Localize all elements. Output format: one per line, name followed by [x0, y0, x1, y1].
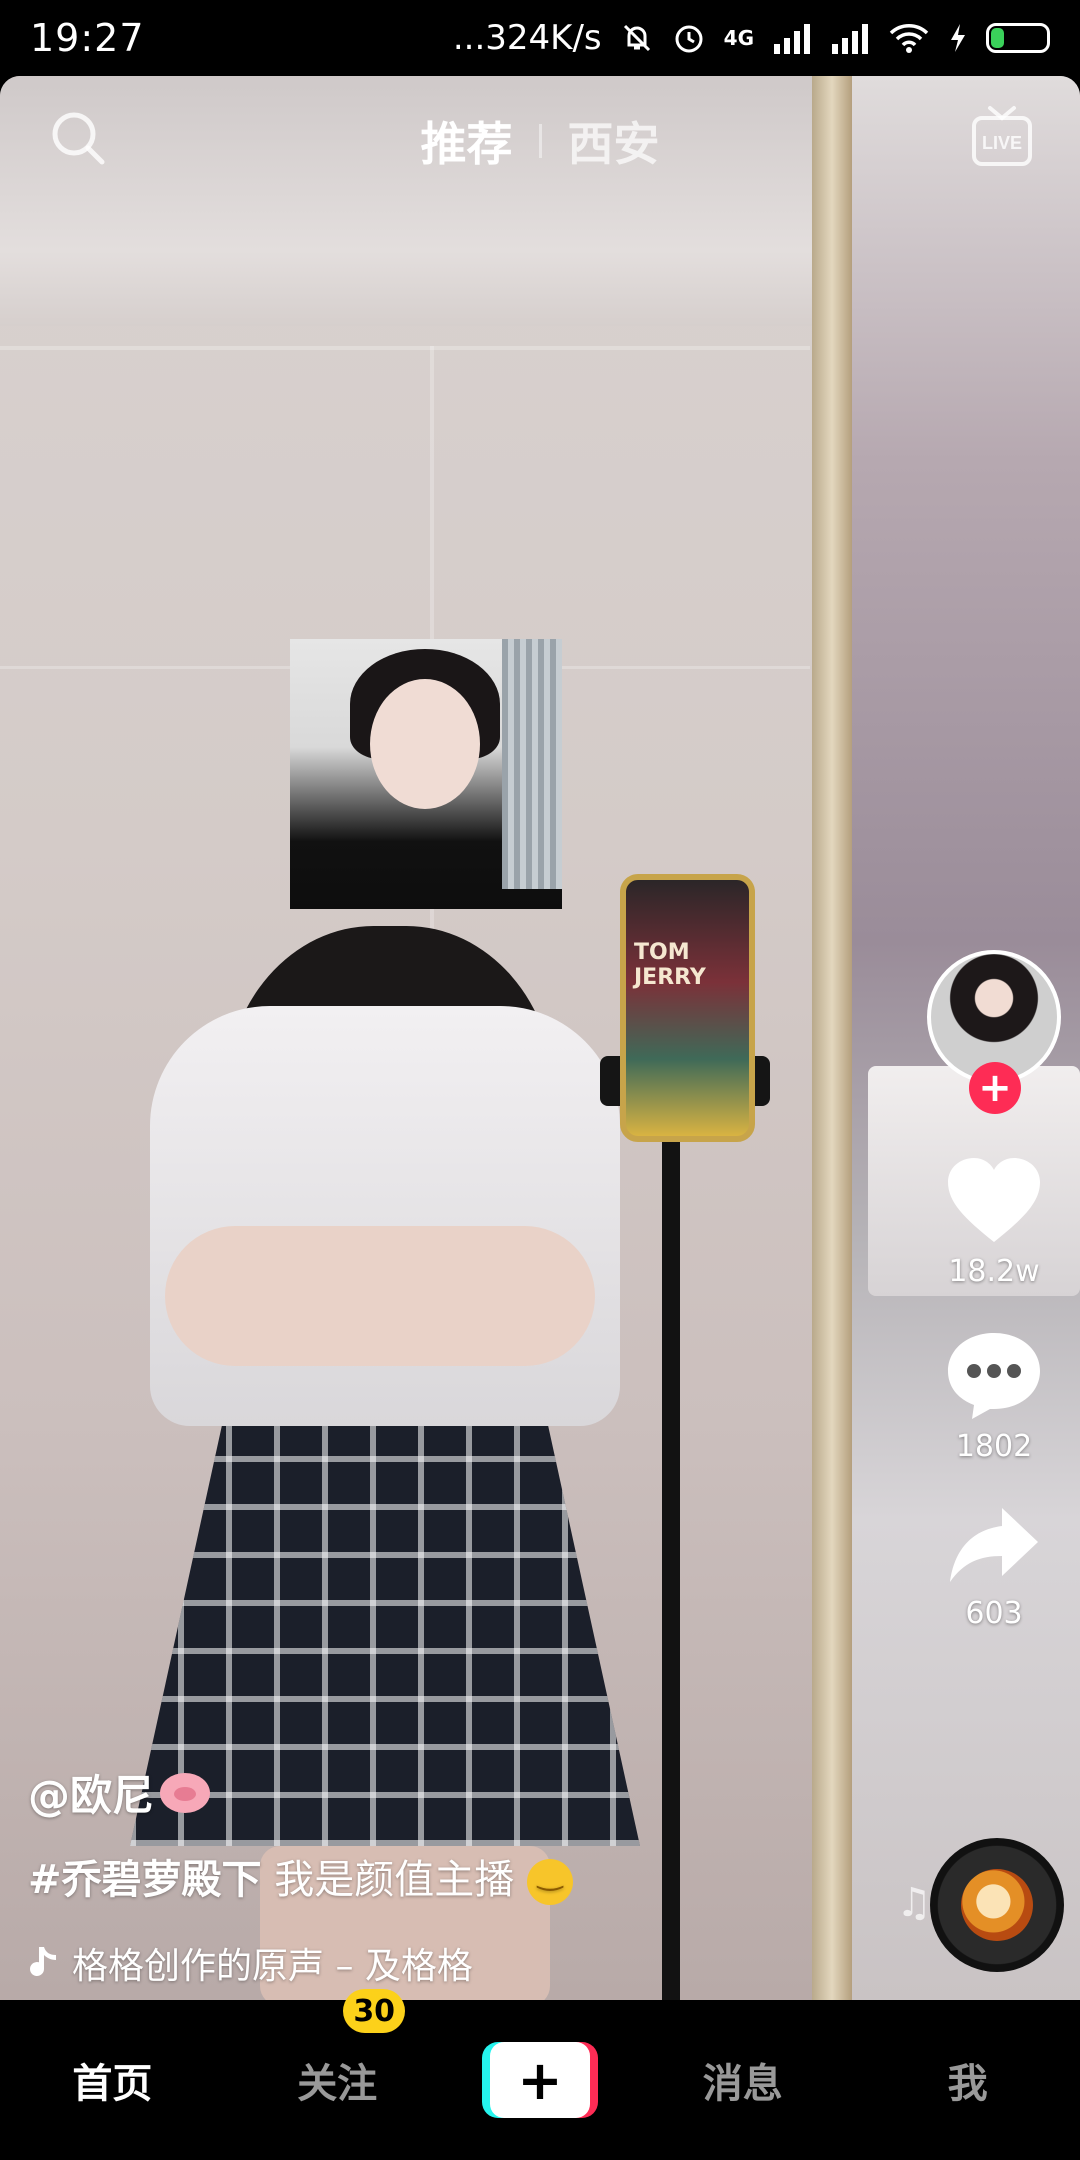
- tiktok-note-icon: [30, 1947, 56, 1977]
- music-note-icon: ♫: [896, 1880, 932, 1926]
- battery-indicator: 23: [986, 23, 1050, 53]
- heart-icon[interactable]: [944, 1156, 1044, 1246]
- mute-bell-icon: [623, 24, 650, 52]
- nav-messages[interactable]: 消息: [663, 2051, 823, 2109]
- nav-home[interactable]: 首页: [32, 2051, 192, 2109]
- music-marquee[interactable]: 格格创作的原声 – 及格格: [28, 1937, 848, 1989]
- phone-in-mirror: TOM JERRY: [620, 874, 755, 1142]
- create-button[interactable]: +: [481, 2042, 598, 2118]
- signal-icon: [774, 24, 810, 54]
- face-overlay-photo: [290, 639, 562, 909]
- person-arms: [165, 1226, 595, 1366]
- creator-username[interactable]: @欧尼: [28, 1762, 848, 1823]
- comment-count: 1802: [955, 1429, 1033, 1464]
- tab-local-city[interactable]: 西安: [568, 108, 660, 174]
- tab-recommend[interactable]: 推荐: [421, 108, 513, 174]
- signal-icon-2: [832, 24, 868, 54]
- live-tv-icon[interactable]: LIVE: [970, 104, 1034, 170]
- like-count: 18.2w: [948, 1254, 1040, 1289]
- hashtag-link[interactable]: #乔碧萝殿下: [28, 1857, 262, 1903]
- video-player[interactable]: TOM JERRY: [0, 76, 1080, 2000]
- bottom-navigation: 首页 关注 30 + 消息 我: [0, 1989, 1080, 2160]
- music-disc[interactable]: [930, 1838, 1064, 1972]
- status-icons: ...324K/s 4G 23: [453, 18, 1050, 58]
- follow-button[interactable]: +: [969, 1062, 1021, 1114]
- share-count: 603: [965, 1596, 1023, 1631]
- video-caption: @欧尼 #乔碧萝殿下 我是颜值主播 格格创作的原声 – 及格格: [28, 1762, 848, 1989]
- live-label: LIVE: [982, 133, 1022, 153]
- caption-description: 我是颜值主播: [274, 1857, 515, 1903]
- feed-tabs: 推荐 西安: [0, 108, 1080, 174]
- smile-emoji-icon: [526, 1857, 573, 1905]
- comment-icon[interactable]: [944, 1329, 1044, 1421]
- action-rail: + 18.2w 1802 603: [924, 950, 1064, 1631]
- alarm-icon: [675, 25, 703, 53]
- status-time: 19:27: [30, 16, 145, 60]
- like-action[interactable]: 18.2w: [944, 1156, 1044, 1289]
- share-action[interactable]: 603: [946, 1504, 1042, 1631]
- wifi-icon: [889, 24, 929, 53]
- create-plus-icon: +: [489, 2042, 590, 2118]
- charging-icon: [951, 24, 965, 52]
- nav-follow[interactable]: 关注 30: [257, 1989, 417, 2109]
- mirror-frame: [812, 76, 852, 2000]
- comment-action[interactable]: 1802: [944, 1329, 1044, 1464]
- creator-avatar-wrap[interactable]: +: [927, 950, 1061, 1114]
- top-bar: 推荐 西安 LIVE: [0, 100, 1080, 171]
- nav-follow-label: 关注: [297, 2061, 378, 2107]
- music-title: 格格创作的原声 – 及格格: [72, 1946, 473, 1987]
- pig-emoji-icon: [160, 1772, 211, 1813]
- follow-badge: 30: [343, 1989, 406, 2033]
- tab-divider: [538, 124, 542, 158]
- status-bar: 19:27 ...324K/s 4G 23: [0, 0, 1080, 76]
- music-cover: [961, 1869, 1033, 1941]
- net-speed: ...324K/s: [452, 18, 602, 58]
- share-icon[interactable]: [946, 1504, 1042, 1588]
- network-type: 4G: [723, 26, 754, 50]
- caption-text: #乔碧萝殿下 我是颜值主播: [28, 1847, 848, 1905]
- nav-me[interactable]: 我: [888, 2051, 1048, 2109]
